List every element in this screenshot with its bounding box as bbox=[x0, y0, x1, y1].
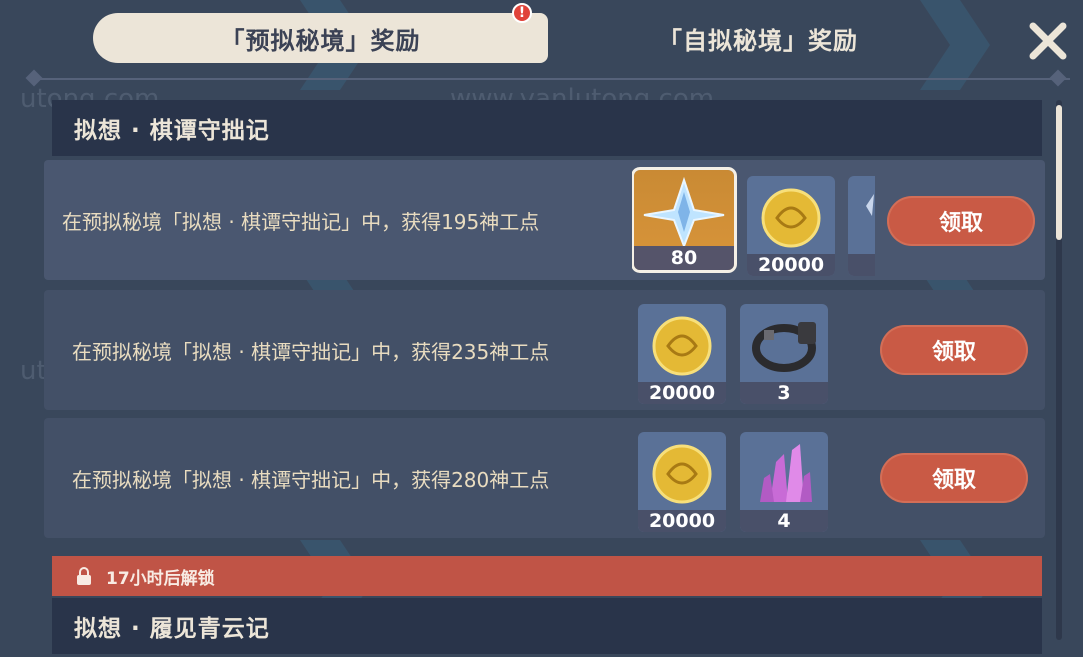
crystal-chunk-icon bbox=[760, 444, 812, 502]
mora-coin-icon bbox=[761, 188, 821, 248]
reward-list: 20000 4 bbox=[638, 418, 838, 538]
notification-badge: ! bbox=[512, 3, 532, 23]
reward-item[interactable] bbox=[848, 176, 875, 276]
mora-coin-icon bbox=[652, 444, 712, 504]
item-count: 4 bbox=[740, 510, 828, 532]
reward-item[interactable]: 80 bbox=[632, 167, 737, 273]
item-count: 20000 bbox=[747, 254, 835, 276]
task-description: 在预拟秘境「拟想 · 棋谭守拙记」中，获得195神工点 bbox=[62, 209, 540, 234]
primogem-icon bbox=[643, 176, 725, 248]
task-description: 在预拟秘境「拟想 · 棋谭守拙记」中，获得235神工点 bbox=[72, 339, 550, 364]
header-divider bbox=[30, 78, 1070, 80]
reward-item[interactable]: 3 bbox=[740, 304, 828, 404]
item-count: 80 bbox=[634, 246, 734, 270]
reward-item[interactable]: 20000 bbox=[638, 432, 726, 532]
task-description: 在预拟秘境「拟想 · 棋谭守拙记」中，获得280神工点 bbox=[72, 467, 550, 492]
reward-tabs: 「预拟秘境」奖励 ! 「自拟秘境」奖励 bbox=[93, 3, 973, 63]
reward-item[interactable]: 4 bbox=[740, 432, 828, 532]
scrollbar-thumb[interactable] bbox=[1056, 105, 1062, 240]
iron-collar-icon bbox=[752, 322, 816, 372]
claim-button[interactable]: 领取 bbox=[880, 453, 1028, 503]
section-title: 拟想 · 履见青云记 bbox=[52, 598, 1042, 654]
close-icon[interactable] bbox=[1027, 20, 1069, 62]
reward-list: 80 20000 bbox=[632, 160, 875, 280]
task-row: 在预拟秘境「拟想 · 棋谭守拙记」中，获得280神工点 20000 4 领取 bbox=[44, 418, 1045, 538]
unlock-timer-text: 17小时后解锁 bbox=[106, 568, 215, 589]
partial-item-icon bbox=[866, 194, 874, 216]
item-count bbox=[848, 254, 875, 276]
reward-item[interactable]: 20000 bbox=[638, 304, 726, 404]
mora-coin-icon bbox=[652, 316, 712, 376]
tab-custom-domain-rewards[interactable]: 「自拟秘境」奖励 bbox=[548, 13, 968, 63]
claim-button[interactable]: 领取 bbox=[880, 325, 1028, 375]
reward-item[interactable]: 20000 bbox=[747, 176, 835, 276]
divider-ornament bbox=[1049, 69, 1067, 87]
unlock-timer-bar: 17小时后解锁 bbox=[52, 556, 1042, 596]
section-title: 拟想 · 棋谭守拙记 bbox=[52, 100, 1042, 156]
task-row: 在预拟秘境「拟想 · 棋谭守拙记」中，获得235神工点 20000 3 领取 bbox=[44, 290, 1045, 410]
item-count: 20000 bbox=[638, 510, 726, 532]
lock-icon bbox=[77, 567, 91, 585]
task-row: 在预拟秘境「拟想 · 棋谭守拙记」中，获得195神工点 80 20000 领取 bbox=[44, 160, 1045, 280]
claim-button[interactable]: 领取 bbox=[887, 196, 1035, 246]
tab-preset-domain-rewards[interactable]: 「预拟秘境」奖励 bbox=[93, 13, 548, 63]
item-count: 3 bbox=[740, 382, 828, 404]
reward-list: 20000 3 bbox=[638, 290, 838, 410]
item-count: 20000 bbox=[638, 382, 726, 404]
